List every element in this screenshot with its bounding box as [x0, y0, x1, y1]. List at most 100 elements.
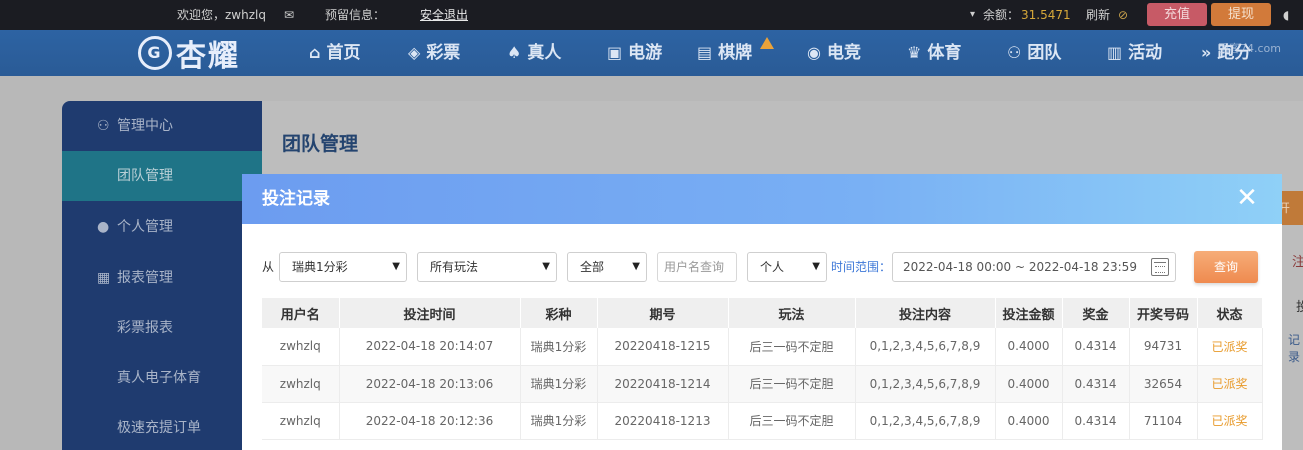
trophy-icon: ♛ [907, 43, 922, 62]
headset-icon[interactable]: ◖ [1283, 0, 1289, 30]
chevron-down-icon[interactable]: ▾ [970, 0, 975, 30]
sidebar-item-management-center[interactable]: ⚇ 管理中心 [62, 101, 262, 151]
cell-bet-content: 0,1,2,3,4,5,6,7,8,9 [855, 365, 996, 403]
logo-text: 杏耀 [176, 39, 240, 74]
welcome-text: 欢迎您，zwhzlq [177, 8, 266, 22]
watermark: 图客74.com [1218, 42, 1281, 55]
bet-record-table: 用户名 投注时间 彩种 期号 玩法 投注内容 投注金额 奖金 开奖号码 状态 z… [262, 298, 1263, 440]
sidebar-item-lottery-report[interactable]: 彩票报表 [62, 303, 262, 353]
table-row[interactable]: zwhzlq 2022-04-18 20:13:06 瑞典1分彩 2022041… [262, 365, 1263, 403]
balance-label: 余额： [983, 8, 1020, 22]
cell-username: zwhzlq [262, 402, 340, 440]
sidebar-item-reports[interactable]: ▦ 报表管理 [62, 253, 262, 303]
nav-live[interactable]: ♠ 真人 [507, 30, 561, 76]
col-username[interactable]: 用户名 [262, 298, 340, 328]
cell-bet-content: 0,1,2,3,4,5,6,7,8,9 [855, 328, 996, 366]
nav-esports[interactable]: ◉ 电竞 [807, 30, 861, 76]
cell-bet-amount: 0.4000 [995, 402, 1063, 440]
sidebar-item-fast-orders[interactable]: 极速充提订单 [62, 403, 262, 450]
bet-record-modal: 投注记录 ✕ 从 瑞典1分彩 ▼ 所有玩法 ▼ 全部 ▼ 用户名查询 个人 ▼ 时间范围… [242, 174, 1282, 450]
cell-play: 后三一码不定胆 [728, 402, 856, 440]
nav-team[interactable]: ⚇ 团队 [1007, 30, 1061, 76]
top-bar: 欢迎您，zwhzlq ✉ 预留信息： 安全退出 ▾ 余额： 31.5471 刷新… [0, 0, 1303, 30]
cell-play: 后三一码不定胆 [728, 365, 856, 403]
from-label: 从 [262, 260, 275, 274]
cell-issue: 20220418-1213 [597, 402, 729, 440]
username-input[interactable]: 用户名查询 [657, 252, 737, 282]
table-row[interactable]: zwhzlq 2022-04-18 20:12:36 瑞典1分彩 2022041… [262, 402, 1263, 440]
eye-off-icon[interactable]: ⊘ [1118, 0, 1128, 30]
users-icon: ⚇ [97, 118, 110, 134]
cell-prize: 0.4314 [1062, 365, 1130, 403]
cell-prize: 0.4314 [1062, 328, 1130, 366]
sidebar-item-live-sports[interactable]: 真人电子体育 [62, 353, 262, 403]
col-lottery[interactable]: 彩种 [520, 298, 598, 328]
status-select[interactable]: 全部 ▼ [567, 252, 647, 282]
cell-bet-content: 0,1,2,3,4,5,6,7,8,9 [855, 402, 996, 440]
time-range-label: 时间范围： [831, 260, 892, 274]
edge-text-b: 投 [1296, 300, 1303, 315]
cell-status: 已派奖 [1197, 365, 1263, 403]
caret-down-icon: ▼ [632, 261, 640, 272]
report-icon: ▦ [97, 270, 111, 286]
cell-username: zwhzlq [262, 365, 340, 403]
cell-issue: 20220418-1214 [597, 365, 729, 403]
hot-badge-icon [760, 37, 774, 49]
logout-link[interactable]: 安全退出 [420, 0, 468, 30]
withdraw-button[interactable]: 提现 [1211, 3, 1271, 26]
site-logo[interactable]: G 杏耀 [138, 34, 240, 74]
col-draw-number[interactable]: 开奖号码 [1129, 298, 1198, 328]
cell-bet-amount: 0.4000 [995, 328, 1063, 366]
nav-home[interactable]: ⌂ 首页 [309, 30, 360, 76]
nav-cards[interactable]: ▤ 棋牌 [697, 30, 752, 76]
gamepad-icon: ◉ [807, 43, 821, 62]
col-prize[interactable]: 奖金 [1062, 298, 1130, 328]
lottery-select[interactable]: 瑞典1分彩 ▼ [279, 252, 407, 282]
nav-sports[interactable]: ♛ 体育 [907, 30, 961, 76]
cell-username: zwhzlq [262, 328, 340, 366]
main-nav: G 杏耀 ⌂ 首页 ◈ 彩票 ♠ 真人 ▣ 电游 ▤ 棋牌 ◉ 电竞 ♛ 体育 ⚇ 团队 ▥ 活动… [0, 30, 1303, 76]
home-icon: ⌂ [309, 43, 321, 62]
col-bet-time[interactable]: 投注时间 [339, 298, 521, 328]
refresh-button[interactable]: 刷新 [1086, 0, 1110, 30]
close-icon[interactable]: ✕ [1234, 185, 1260, 211]
nav-activity[interactable]: ▥ 活动 [1107, 30, 1162, 76]
page-title: 团队管理 [282, 133, 359, 155]
table-row[interactable]: zwhzlq 2022-04-18 20:14:07 瑞典1分彩 2022041… [262, 328, 1263, 366]
query-button[interactable]: 查询 [1194, 251, 1258, 283]
mail-icon[interactable]: ✉ [284, 0, 294, 30]
cell-prize: 0.4314 [1062, 402, 1130, 440]
edge-text-a: 注 [1292, 255, 1303, 270]
gift-icon: ▥ [1107, 43, 1123, 62]
col-status[interactable]: 状态 [1197, 298, 1263, 328]
calendar-icon[interactable] [1151, 258, 1169, 276]
cell-bet-time: 2022-04-18 20:13:06 [339, 365, 521, 403]
col-bet-content[interactable]: 投注内容 [855, 298, 996, 328]
edge-link-record[interactable]: 记录 [1288, 331, 1303, 365]
cell-issue: 20220418-1215 [597, 328, 729, 366]
nav-lottery[interactable]: ◈ 彩票 [408, 30, 460, 76]
time-range-input[interactable]: 2022-04-18 00:00 ~ 2022-04-18 23:59 [892, 252, 1176, 282]
sidebar-item-team-management[interactable]: 团队管理 [62, 151, 262, 201]
sidebar-item-personal[interactable]: ● 个人管理 [62, 202, 262, 252]
cell-play: 后三一码不定胆 [728, 328, 856, 366]
col-issue[interactable]: 期号 [597, 298, 729, 328]
run-icon: » [1201, 43, 1212, 62]
cell-status: 已派奖 [1197, 402, 1263, 440]
nav-slots[interactable]: ▣ 电游 [607, 30, 662, 76]
cell-lottery: 瑞典1分彩 [520, 328, 598, 366]
play-select[interactable]: 所有玩法 ▼ [417, 252, 557, 282]
modal-title: 投注记录 [262, 189, 330, 209]
team-icon: ⚇ [1007, 43, 1022, 62]
cell-bet-amount: 0.4000 [995, 365, 1063, 403]
sidebar: ⚇ 管理中心 团队管理 ● 个人管理 ▦ 报表管理 彩票报表 真人电子体育 极速充提订… [62, 101, 262, 450]
caret-down-icon: ▼ [812, 261, 820, 272]
lottery-icon: ◈ [408, 43, 421, 62]
col-play[interactable]: 玩法 [728, 298, 856, 328]
recharge-button[interactable]: 充值 [1147, 3, 1207, 26]
cell-lottery: 瑞典1分彩 [520, 402, 598, 440]
live-casino-icon: ♠ [507, 43, 522, 62]
scope-select[interactable]: 个人 ▼ [747, 252, 827, 282]
col-bet-amount[interactable]: 投注金额 [995, 298, 1063, 328]
card-game-icon: ▤ [697, 43, 713, 62]
